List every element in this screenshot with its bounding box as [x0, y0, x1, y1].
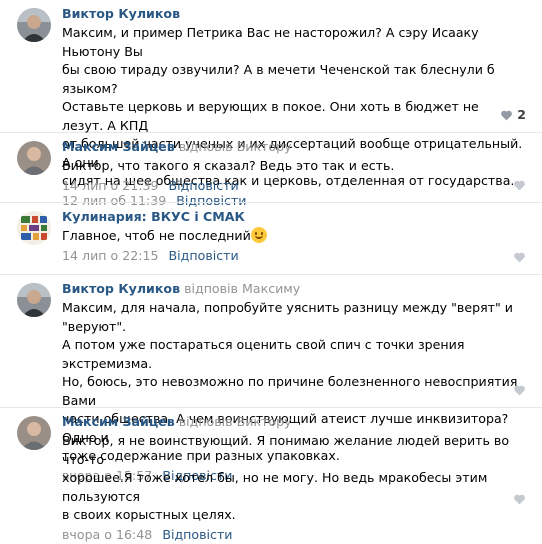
comment-item: Виктор Куликов відповів Максиму Максим, … [0, 275, 542, 483]
comment-item: Виктор Куликов Максим, и пример Петрика … [0, 0, 542, 208]
avatar[interactable] [17, 8, 51, 42]
user-photo-icon [17, 283, 51, 317]
comment-item: Максим Зайцев відповів Виктору Виктор, ч… [0, 133, 542, 203]
like-button[interactable] [513, 251, 526, 263]
heart-icon [514, 252, 525, 263]
author-name[interactable]: Максим Зайцев [62, 139, 175, 154]
smiling-face-icon [250, 227, 267, 243]
comment-text-line: хорошее.Я тоже хотел бы, но не могу. Но … [62, 470, 488, 504]
author-name[interactable]: Максим Зайцев [62, 414, 175, 429]
author-name[interactable]: Виктор Куликов [62, 281, 180, 296]
avatar[interactable] [17, 283, 51, 317]
reply-button[interactable]: Відповісти [169, 178, 239, 193]
reply-button[interactable]: Відповісти [162, 527, 232, 542]
like-button[interactable]: 2 [500, 108, 526, 122]
comment-text-line: Но, боюсь, это невозможно по причине бол… [62, 374, 518, 408]
heart-icon [514, 385, 525, 396]
avatar[interactable] [17, 416, 51, 450]
like-button[interactable] [513, 179, 526, 191]
community-logo-icon [17, 211, 51, 245]
reply-word: відповів [178, 139, 233, 154]
avatar[interactable] [17, 141, 51, 175]
comment-item: Максим Зайцев відповів Виктору Виктор, я… [0, 408, 542, 542]
comment-text-line: Максим, для начала, попробуйте уяснить р… [62, 300, 513, 334]
like-button[interactable] [513, 493, 526, 505]
comment-text-line: Виктор, что такого я сказал? Ведь это та… [62, 158, 395, 173]
reply-target-link[interactable]: Виктору [237, 139, 292, 154]
author-name[interactable]: Кулинария: ВКУС і СМАК [62, 209, 245, 224]
comment-time[interactable]: 14 лип о 22:15 [62, 248, 159, 263]
reply-word: відповів [178, 414, 233, 429]
comment-time[interactable]: 14 лип о 21:39 [62, 178, 159, 193]
reply-target-link[interactable]: Виктору [237, 414, 292, 429]
comment-text: Виктор, что такого я сказал? Ведь это та… [62, 157, 524, 176]
reply-word: відповів [184, 281, 238, 296]
comment-text-line: бы свою тираду озвучили? А в мечети Чече… [62, 62, 495, 96]
comment-text-line: Главное, чтоб не последний [62, 228, 251, 243]
like-button[interactable] [513, 384, 526, 396]
author-name[interactable]: Виктор Куликов [62, 6, 180, 21]
comment-text: Главное, чтоб не последний [62, 227, 524, 246]
comment-item: Кулинария: ВКУС і СМАК Главное, чтоб не … [0, 203, 542, 275]
heart-icon [514, 180, 525, 191]
comment-text-line: А потом уже постараться оценить свой спи… [62, 337, 465, 371]
comment-time[interactable]: вчора о 16:48 [62, 527, 152, 542]
comment-text-line: Максим, и пример Петрика Вас не насторож… [62, 25, 479, 59]
user-photo-icon [17, 8, 51, 42]
reply-button[interactable]: Відповісти [169, 248, 239, 263]
reply-target-link[interactable]: Максиму [242, 281, 300, 296]
comment-text: Виктор, я не воинствующий. Я понимаю жел… [62, 432, 524, 525]
user-photo-icon [17, 416, 51, 450]
avatar[interactable] [17, 211, 51, 245]
comment-text-line: Оставьте церковь и верующих в покое. Они… [62, 99, 479, 133]
like-count: 2 [517, 107, 526, 122]
comment-text-line: Виктор, я не воинствующий. Я понимаю жел… [62, 433, 510, 467]
heart-icon [514, 494, 525, 505]
comment-text-line: в своих корыстных целях. [62, 507, 236, 522]
heart-icon [501, 110, 513, 121]
user-photo-icon [17, 141, 51, 175]
